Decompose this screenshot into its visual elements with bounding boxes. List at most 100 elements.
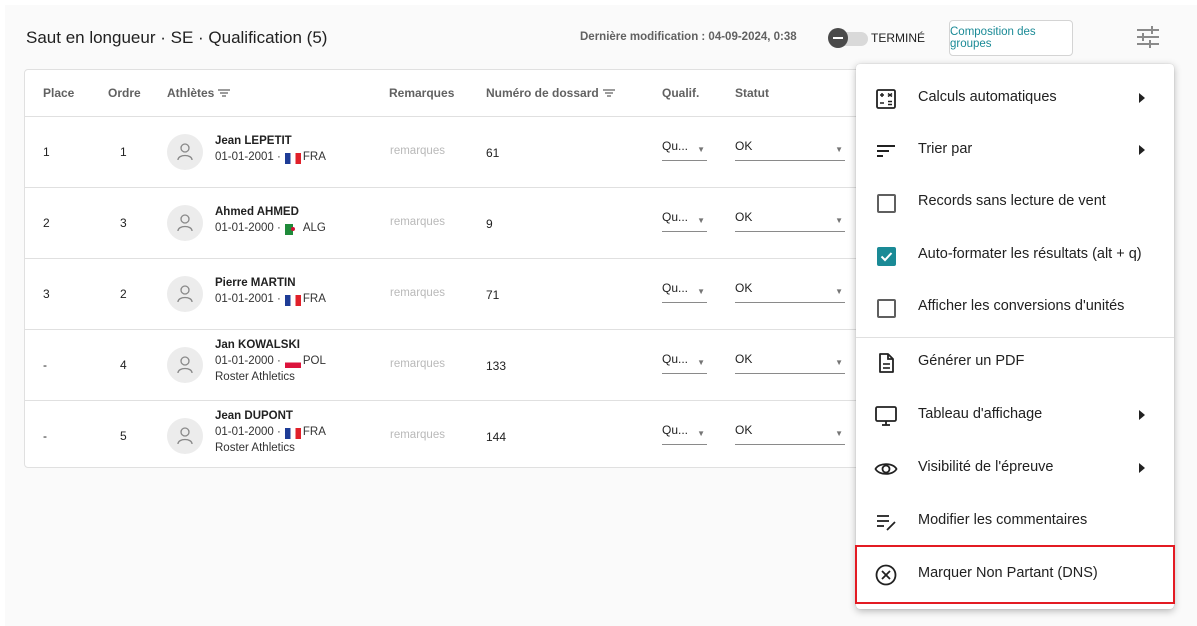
document-icon: [879, 353, 894, 373]
menu-item-generate-pdf[interactable]: Générer un PDF: [856, 337, 1174, 389]
col-header-qualif: Qualif.: [662, 86, 700, 100]
highlight-box: [855, 545, 1175, 604]
statut-select[interactable]: OK ▼: [735, 210, 845, 232]
filter-icon[interactable]: [602, 88, 615, 98]
qualif-select[interactable]: Qu... ▼: [662, 210, 707, 232]
qualif-select[interactable]: Qu... ▼: [662, 281, 707, 303]
tune-settings-icon[interactable]: [1135, 25, 1161, 49]
col-header-ordre: Ordre: [108, 86, 141, 100]
qualif-value: Qu...: [662, 352, 689, 366]
chevron-down-icon: ▼: [835, 287, 843, 296]
table-row: 3 2 Pierre MARTIN 01-01-2001 · FRA remarq…: [25, 259, 866, 330]
menu-item-unit-conversions[interactable]: Afficher les conversions d'unités: [856, 282, 1174, 334]
athlete-info[interactable]: Jean LEPETIT 01-01-2001 · FRA: [215, 134, 326, 166]
statut-value: OK: [735, 352, 753, 366]
ordre-cell: 1: [120, 145, 127, 159]
col-header-statut: Statut: [735, 86, 769, 100]
athlete-info[interactable]: Ahmed AHMED 01-01-2000 · ALG: [215, 205, 326, 237]
submenu-arrow-icon: [1139, 463, 1145, 473]
finished-toggle-label: TERMINÉ: [871, 31, 925, 45]
statut-value: OK: [735, 139, 753, 153]
qualif-select[interactable]: Qu... ▼: [662, 139, 707, 161]
col-header-remarques: Remarques: [389, 86, 455, 100]
edit-notes-icon: [877, 515, 896, 531]
statut-select[interactable]: OK ▼: [735, 139, 845, 161]
table-row: - 4 Jan KOWALSKI 01-01-2000 · POL Roster …: [25, 330, 866, 401]
remarks-input[interactable]: remarques: [390, 145, 445, 157]
place-cell: 3: [43, 287, 50, 301]
athlete-info[interactable]: Jan KOWALSKI 01-01-2000 · POL Roster Athl…: [215, 338, 326, 385]
checkmark-icon: [880, 252, 893, 262]
athlete-club: Roster Athletics: [215, 371, 295, 383]
menu-item-label: Modifier les commentaires: [918, 512, 1088, 528]
remarks-input[interactable]: remarques: [390, 287, 445, 299]
options-menu: Calculs automatiques Trier par Records s…: [856, 64, 1174, 609]
chevron-down-icon: ▼: [697, 145, 705, 154]
statut-value: OK: [735, 423, 753, 437]
ordre-cell: 3: [120, 216, 127, 230]
menu-item-label: Auto-formater les résultats (alt + q): [918, 246, 1142, 262]
remarks-input[interactable]: remarques: [390, 216, 445, 228]
menu-item-scoreboard[interactable]: Tableau d'affichage: [856, 390, 1174, 442]
statut-value: OK: [735, 210, 753, 224]
finished-toggle[interactable]: [828, 27, 870, 48]
menu-item-sort-by[interactable]: Trier par: [856, 125, 1174, 177]
chevron-down-icon: ▼: [835, 145, 843, 154]
avatar: [167, 134, 203, 170]
menu-item-records-no-wind[interactable]: Records sans lecture de vent: [856, 177, 1174, 229]
qualif-select[interactable]: Qu... ▼: [662, 423, 707, 445]
event-header: Saut en longueur · SE · Qualification (5…: [5, 5, 1197, 69]
athlete-country: ALG: [302, 222, 326, 234]
statut-select[interactable]: OK ▼: [735, 423, 845, 445]
col-header-athletes[interactable]: Athlètes: [167, 86, 231, 100]
avatar: [167, 347, 203, 383]
statut-select[interactable]: OK ▼: [735, 281, 845, 303]
menu-item-event-visibility[interactable]: Visibilité de l'épreuve: [856, 443, 1174, 495]
athlete-country: FRA: [302, 293, 326, 305]
france-flag-icon: [284, 428, 301, 439]
qualif-value: Qu...: [662, 423, 689, 437]
col-header-dossard[interactable]: Numéro de dossard: [486, 86, 615, 100]
results-table: Place Ordre Athlètes Remarques Numéro de…: [24, 69, 867, 468]
person-icon: [177, 356, 193, 374]
dossard-cell[interactable]: 144: [486, 430, 506, 444]
statut-value: OK: [735, 281, 753, 295]
menu-item-auto-calc[interactable]: Calculs automatiques: [856, 73, 1174, 125]
athlete-dob: 01-01-2000 ·: [215, 222, 281, 234]
person-icon: [177, 427, 193, 445]
dossard-cell[interactable]: 9: [486, 217, 493, 231]
athlete-details: 01-01-2001 · FRA: [215, 291, 326, 308]
athlete-info[interactable]: Pierre MARTIN 01-01-2001 · FRA: [215, 276, 326, 308]
dossard-cell[interactable]: 61: [486, 146, 499, 160]
filter-icon[interactable]: [218, 88, 231, 98]
remarks-input[interactable]: remarques: [390, 429, 445, 441]
menu-item-auto-format[interactable]: Auto-formater les résultats (alt + q): [856, 230, 1174, 282]
athlete-info[interactable]: Jean DUPONT 01-01-2000 · FRA Roster Athle…: [215, 409, 326, 456]
menu-item-label: Afficher les conversions d'unités: [918, 298, 1125, 314]
dossard-cell[interactable]: 133: [486, 359, 506, 373]
table-row: 1 1 Jean LEPETIT 01-01-2001 · FRA remarqu…: [25, 117, 866, 188]
menu-item-label: Calculs automatiques: [918, 89, 1057, 105]
statut-select[interactable]: OK ▼: [735, 352, 845, 374]
checkbox-checked-icon[interactable]: [877, 247, 896, 266]
menu-item-edit-comments[interactable]: Modifier les commentaires: [856, 496, 1174, 548]
qualif-select[interactable]: Qu... ▼: [662, 352, 707, 374]
person-icon: [177, 214, 193, 232]
france-flag-icon: [284, 153, 301, 164]
athlete-dob: 01-01-2001 ·: [215, 293, 281, 305]
place-cell: -: [43, 429, 47, 443]
remarks-input[interactable]: remarques: [390, 358, 445, 370]
athlete-dob: 01-01-2000 ·: [215, 426, 281, 438]
menu-item-label: Trier par: [918, 141, 973, 157]
athlete-club: Roster Athletics: [215, 442, 295, 454]
avatar: [167, 205, 203, 241]
dossard-cell[interactable]: 71: [486, 288, 499, 302]
checkbox-unchecked-icon[interactable]: [877, 194, 896, 213]
ordre-cell: 5: [120, 429, 127, 443]
qualif-value: Qu...: [662, 210, 689, 224]
ordre-cell: 2: [120, 287, 127, 301]
checkbox-unchecked-icon[interactable]: [877, 299, 896, 318]
compose-groups-button[interactable]: Composition des groupes: [949, 20, 1073, 56]
athlete-country: POL: [302, 355, 326, 367]
submenu-arrow-icon: [1139, 145, 1145, 155]
